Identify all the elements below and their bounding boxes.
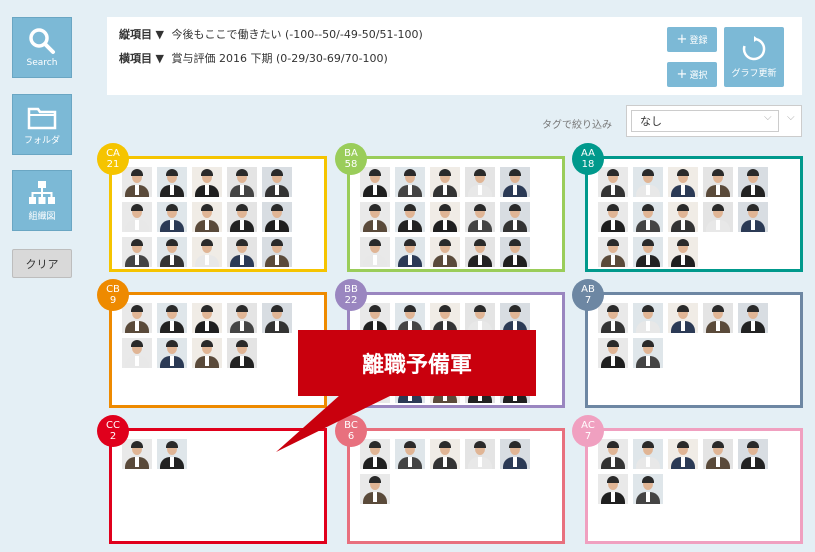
attrition-risk-callout: 離職予備軍 (298, 330, 536, 396)
callout-pointer (276, 395, 392, 452)
